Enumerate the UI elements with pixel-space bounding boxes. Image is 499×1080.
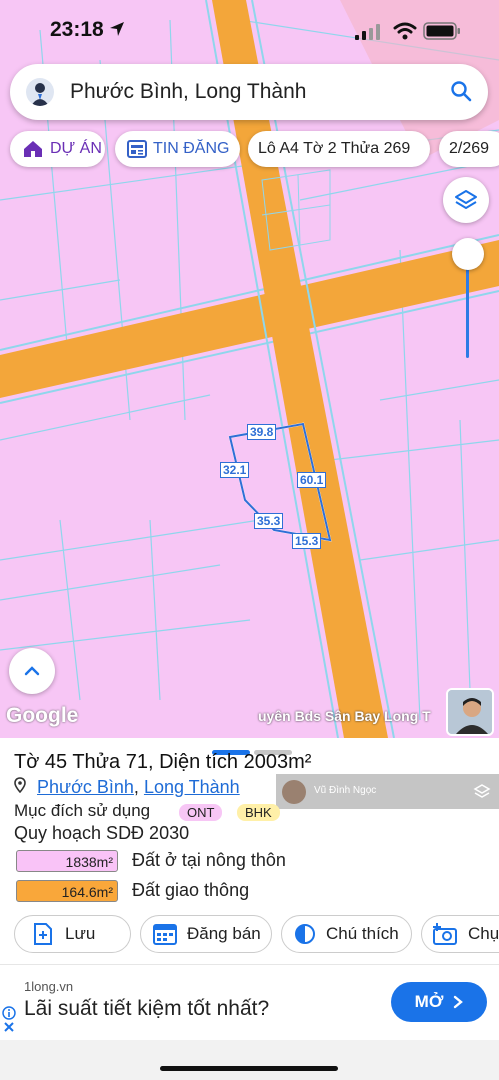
contrast-icon	[294, 923, 316, 945]
land-use-tag: ONT	[179, 804, 223, 821]
chip-label: Lô A4 Tờ 2 Thửa 269	[258, 140, 411, 157]
ad-banner[interactable]: 1long.vn Lãi suất tiết kiệm tốt nhất? MỞ	[0, 964, 499, 1041]
district-link[interactable]: Long Thành	[144, 777, 240, 797]
battery-icon	[423, 22, 460, 40]
calendar-icon	[153, 923, 177, 945]
add-file-icon	[33, 923, 53, 945]
button-label: Chú thích	[326, 924, 399, 943]
chip-label: 2/269	[449, 140, 490, 157]
land-use-label: Mục đích sử dụng	[14, 801, 151, 820]
search-bar[interactable]: Phước Bình, Long Thành	[10, 64, 488, 120]
map-pin-icon	[14, 777, 31, 797]
area-label: Đất ở tại nông thôn	[132, 850, 286, 870]
user-avatar[interactable]	[26, 78, 54, 106]
google-logo: Google	[6, 704, 79, 727]
layers-icon	[473, 784, 491, 798]
dimension-label: 35.3	[254, 513, 284, 529]
newspaper-icon	[127, 140, 147, 158]
expand-up-button[interactable]	[9, 648, 55, 694]
opacity-slider-track[interactable]	[466, 256, 469, 358]
plan-title: Quy hoạch SDĐ 2030	[14, 823, 190, 843]
area-row: 1838m² Đất ở tại nông thôn	[16, 850, 336, 872]
dimension-label: 15.3	[292, 533, 322, 549]
location-arrow-icon	[110, 22, 124, 36]
save-button[interactable]: Lưu	[14, 915, 131, 953]
parcel-location: Phước Bình, Long Thành	[14, 777, 240, 798]
house-icon	[22, 139, 44, 159]
parcel-title: Tờ 45 Thửa 71, Diện tích 2003m²	[14, 751, 312, 773]
camera-add-icon	[432, 923, 458, 945]
chevron-up-icon	[24, 666, 40, 676]
dimension-label: 60.1	[297, 472, 327, 488]
land-use-tag: BHK	[237, 804, 280, 821]
person-icon	[448, 690, 492, 734]
signal-icon	[355, 24, 380, 40]
location-separator: ,	[133, 777, 144, 797]
ad-source: 1long.vn	[24, 979, 74, 994]
chip-projects[interactable]: DỰ ÁN	[10, 131, 105, 167]
sell-listing-button[interactable]: Đăng bán	[140, 915, 272, 953]
legend-button[interactable]: Chú thích	[281, 915, 412, 953]
chip-label: TIN ĐĂNG	[153, 140, 230, 157]
area-value: 1838m²	[16, 850, 118, 872]
uploader-banner: Vũ Đình Ngọc	[276, 774, 499, 809]
chip-label: DỰ ÁN	[50, 140, 102, 157]
layers-button[interactable]	[443, 177, 489, 223]
ad-cta-label: MỞ	[414, 992, 444, 1011]
button-label: Lưu	[65, 924, 96, 943]
uploader-avatar	[282, 780, 306, 804]
close-icon[interactable]	[3, 1021, 15, 1033]
ad-open-button[interactable]: MỞ	[391, 982, 487, 1022]
wifi-icon	[393, 22, 417, 40]
agent-overlay-text: uyên Bds Sân Bay Long T	[258, 708, 431, 724]
chip-listings[interactable]: TIN ĐĂNG	[115, 131, 240, 167]
dimension-label: 32.1	[220, 462, 250, 478]
home-indicator[interactable]	[160, 1066, 338, 1071]
area-row: 164.6m² Đất giao thông	[16, 880, 336, 902]
area-label: Đất giao thông	[132, 880, 250, 900]
ad-headline[interactable]: Lãi suất tiết kiệm tốt nhất?	[24, 997, 269, 1021]
screenshot-button[interactable]: Chụ	[421, 915, 499, 953]
dimension-label: 39.8	[247, 424, 277, 440]
search-query[interactable]: Phước Bình, Long Thành	[70, 80, 306, 104]
chip-lot-count[interactable]: 2/269	[439, 131, 499, 167]
person-icon	[31, 83, 49, 106]
layers-icon	[455, 190, 477, 209]
chevron-right-icon	[454, 995, 464, 1009]
chip-lot[interactable]: Lô A4 Tờ 2 Thửa 269	[248, 131, 430, 167]
opacity-slider-handle[interactable]	[452, 238, 484, 270]
uploader-name: Vũ Đình Ngọc	[314, 785, 377, 796]
info-icon[interactable]	[2, 1006, 16, 1020]
button-label: Đăng bán	[187, 924, 261, 943]
ward-link[interactable]: Phước Bình	[37, 777, 134, 797]
status-bar: 23:18	[0, 14, 499, 48]
home-indicator-area	[0, 1040, 499, 1080]
area-value: 164.6m²	[16, 880, 118, 902]
status-time: 23:18	[50, 18, 104, 41]
agent-avatar[interactable]	[446, 688, 494, 736]
search-icon[interactable]	[450, 80, 472, 102]
button-label: Chụ	[468, 924, 499, 943]
